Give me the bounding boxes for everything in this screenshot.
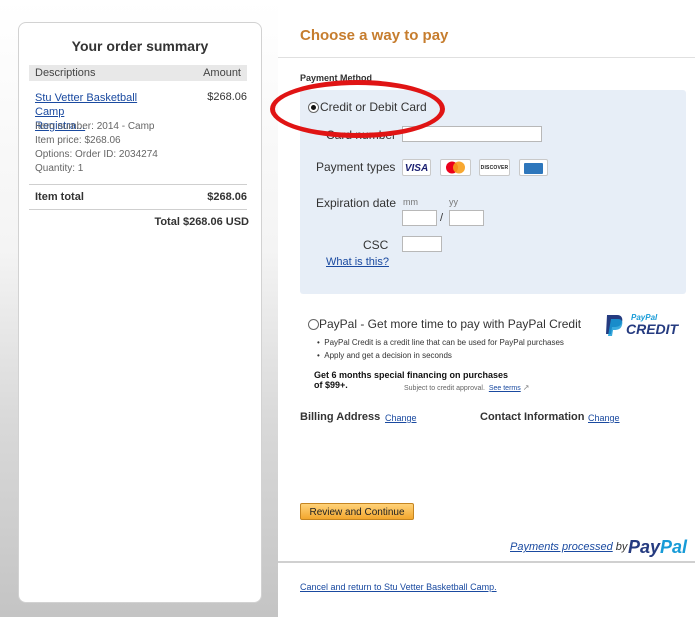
item-amount: $268.06 — [207, 91, 247, 103]
paypal-option-radio[interactable] — [308, 319, 319, 330]
mastercard-icon-graphic — [446, 161, 465, 174]
what-is-this-link[interactable]: What is this? — [326, 256, 389, 268]
visa-icon: VISA — [402, 159, 431, 176]
paypal-option-label[interactable]: PayPal - Get more time to pay with PayPa… — [319, 317, 581, 331]
review-and-continue-button[interactable]: Review and Continue — [300, 503, 414, 520]
paypal-p-icon — [606, 315, 623, 336]
divider — [278, 561, 695, 563]
expiration-date-label: Expiration date — [316, 196, 397, 210]
cancel-and-return-link[interactable]: Cancel and return to Stu Vetter Basketba… — [300, 582, 497, 592]
promo-disclaimer: Subject to credit approval. See terms ↗ — [404, 383, 530, 392]
amex-icon — [519, 159, 548, 176]
divider — [29, 184, 247, 185]
list-item: • PayPal Credit is a credit line that ca… — [317, 338, 564, 347]
summary-header-row: Descriptions Amount — [29, 65, 247, 81]
divider — [29, 209, 247, 210]
grand-total: Total $268.06 USD — [154, 216, 249, 228]
expiration-month-input[interactable] — [402, 210, 437, 226]
highlight-circle — [270, 80, 445, 138]
external-link-icon: ↗ — [522, 383, 530, 392]
change-contact-link[interactable]: Change — [588, 413, 620, 423]
see-terms-link[interactable]: See terms — [489, 385, 521, 392]
divider — [278, 57, 695, 58]
amount-header: Amount — [203, 67, 241, 79]
order-summary-card: Your order summary Descriptions Amount S… — [18, 22, 262, 603]
choose-way-to-pay-title: Choose a way to pay — [300, 27, 449, 44]
amex-icon-badge — [524, 163, 543, 174]
item-quantity: Quantity: 1 — [35, 163, 84, 174]
discover-icon: DISCOVER — [479, 159, 510, 176]
paypal-credit-logo-bottom: CREDIT — [626, 321, 679, 337]
item-total-value: $268.06 — [207, 191, 247, 203]
promo-headline-cont: of $99+. — [314, 380, 348, 390]
csc-label: CSC — [363, 238, 389, 252]
csc-input[interactable] — [402, 236, 442, 252]
paypal-credit-logo: PayPal CREDIT — [603, 313, 679, 337]
date-separator: / — [440, 212, 444, 224]
item-number: Item number: 2014 - Camp — [35, 121, 155, 132]
year-hint: yy — [449, 197, 458, 207]
paypal-logo: PayPal — [628, 537, 688, 557]
mastercard-icon — [440, 159, 471, 176]
descriptions-header: Descriptions — [35, 67, 96, 79]
order-summary-title: Your order summary — [71, 38, 209, 54]
payments-processed-text: Payments processed by — [510, 541, 628, 553]
item-total-label: Item total — [35, 191, 84, 203]
expiration-year-input[interactable] — [449, 210, 484, 226]
change-billing-link[interactable]: Change — [385, 413, 417, 423]
promo-headline: Get 6 months special financing on purcha… — [314, 370, 509, 380]
month-hint: mm — [403, 197, 418, 207]
item-price: Item price: $268.06 — [35, 135, 121, 146]
payment-types-label: Payment types — [316, 160, 396, 174]
billing-address-label: Billing Address — [300, 411, 381, 423]
list-item: • Apply and get a decision in seconds — [317, 351, 452, 360]
contact-information-label: Contact Information — [480, 411, 585, 423]
item-options: Options: Order ID: 2034274 — [35, 149, 158, 160]
item-name-line1: Stu Vetter Basketball Camp — [35, 92, 138, 118]
card-number-input[interactable] — [402, 126, 542, 142]
